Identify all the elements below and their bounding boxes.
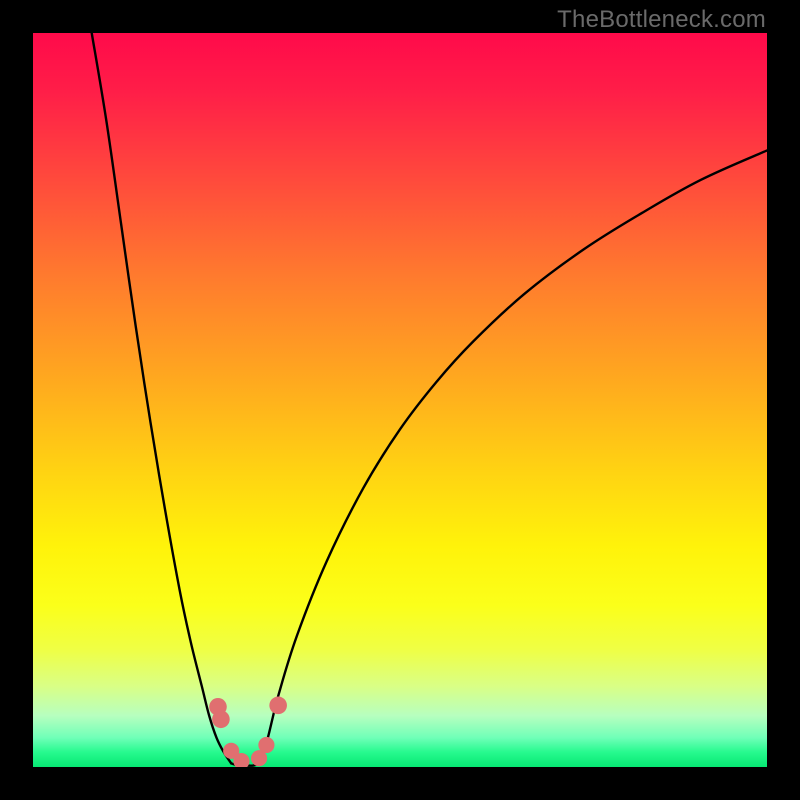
series-left-branch [92,33,231,763]
marker-dot [212,710,230,728]
chart-frame: TheBottleneck.com [0,0,800,800]
marker-group [209,697,287,767]
watermark-text: TheBottleneck.com [557,6,766,34]
marker-dot [258,737,274,753]
marker-dot [269,697,287,715]
curve-layer [33,33,767,767]
series-right-branch [261,150,767,763]
plot-area [33,33,767,767]
series-group [92,33,767,766]
